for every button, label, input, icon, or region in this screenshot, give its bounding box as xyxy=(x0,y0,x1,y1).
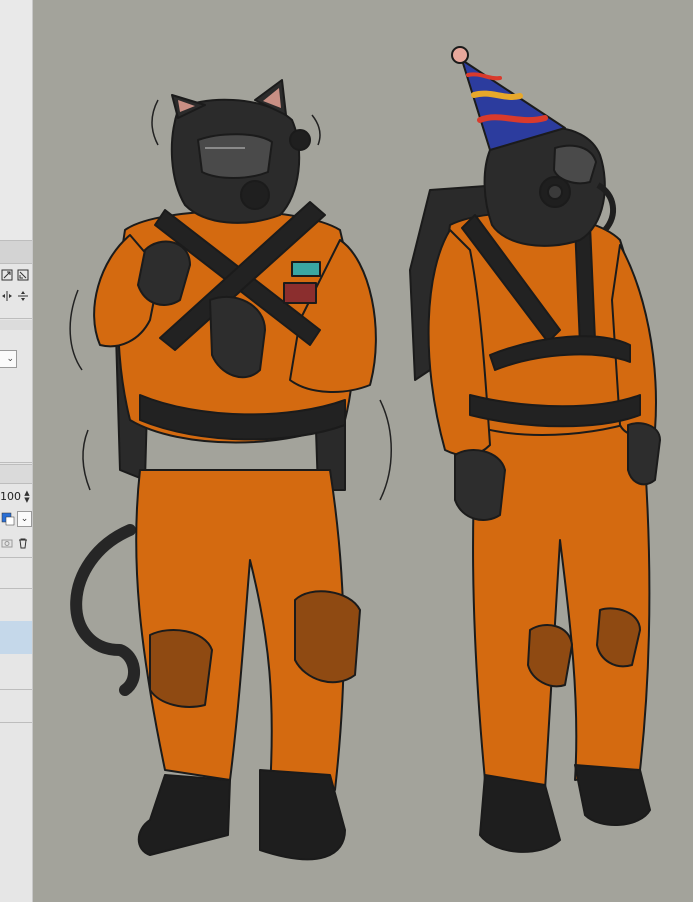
panel-titlebar xyxy=(0,240,32,264)
layer-panel-titlebar xyxy=(0,464,32,484)
panel-divider xyxy=(0,557,32,558)
panel-divider xyxy=(0,318,32,319)
flip-vertical-icon[interactable] xyxy=(16,289,30,303)
trash-icon[interactable] xyxy=(16,536,30,550)
color-swatch-icon[interactable] xyxy=(0,511,16,527)
selected-layer-row[interactable] xyxy=(0,621,32,654)
spin-down-icon[interactable]: ▼ xyxy=(24,497,29,504)
dropdown-chevron-icon: ⌄ xyxy=(6,354,14,364)
layer-row-divider xyxy=(0,722,32,723)
illustration xyxy=(33,0,693,902)
color-mode-dropdown[interactable]: ⌄ xyxy=(17,511,32,527)
chevron-down-icon: ⌄ xyxy=(20,514,29,524)
resize-icon[interactable] xyxy=(0,268,14,282)
panel-section-top xyxy=(0,0,32,240)
camera-icon[interactable] xyxy=(0,536,14,550)
layer-row-divider xyxy=(0,588,32,589)
fit-icon[interactable] xyxy=(16,268,30,282)
panel-strip xyxy=(0,320,32,330)
flip-horizontal-icon[interactable] xyxy=(0,289,14,303)
left-tool-panel: ⌄ 100 ▲ ▼ ⌄ xyxy=(0,0,33,902)
opacity-value[interactable]: 100 xyxy=(0,490,21,503)
layer-row-divider xyxy=(0,689,32,690)
app-window: ⌄ 100 ▲ ▼ ⌄ xyxy=(0,0,693,902)
drawing-canvas[interactable] xyxy=(33,0,693,902)
blend-mode-dropdown[interactable]: ⌄ xyxy=(0,350,17,368)
opacity-spinner[interactable]: ▲ ▼ xyxy=(22,490,32,504)
panel-divider xyxy=(0,462,32,463)
